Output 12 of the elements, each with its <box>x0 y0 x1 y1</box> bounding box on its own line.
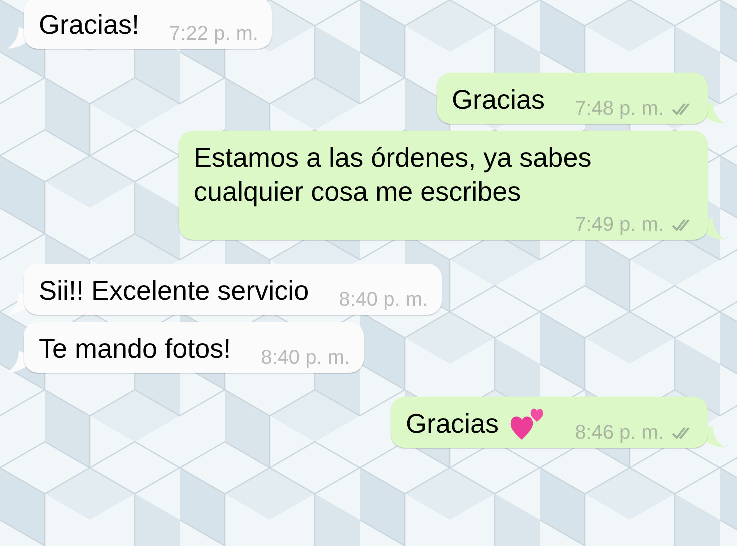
message-text: Sii!! Excelente servicio <box>39 275 310 308</box>
message-text: Gracias! <box>39 9 140 42</box>
message-time: 8:40 p. m. <box>261 346 350 370</box>
message-text: Te mando fotos! <box>39 333 232 366</box>
message-time: 7:48 p. m. <box>575 97 664 121</box>
message-time: 8:46 p. m. <box>575 421 664 445</box>
message-text: Estamos a las órdenes, ya sabes cualquier cosa me escribes <box>194 142 593 209</box>
message-text: Gracias <box>406 408 500 441</box>
message-time: 7:49 p. m. <box>575 213 664 237</box>
message-text: Gracias <box>452 84 546 117</box>
message-time: 7:22 p. m. <box>170 22 258 46</box>
message-time: 8:40 p. m. <box>339 288 428 312</box>
